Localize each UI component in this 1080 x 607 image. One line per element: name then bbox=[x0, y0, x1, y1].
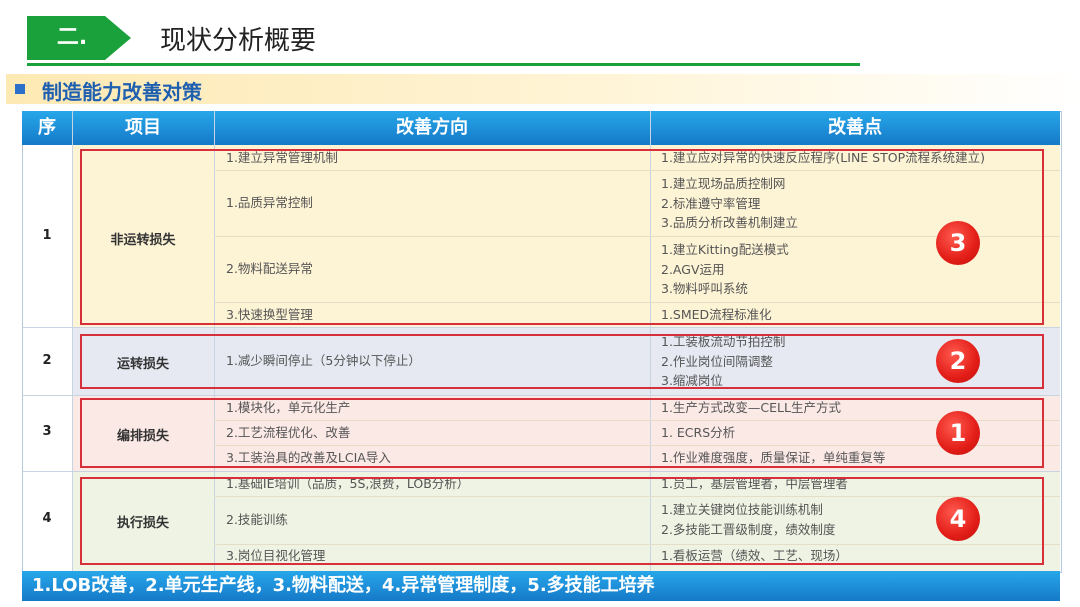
page-title: 现状分析概要 bbox=[160, 26, 317, 56]
column-header-points: 改善点 bbox=[828, 117, 882, 138]
column-divider bbox=[72, 111, 73, 571]
header-divider bbox=[27, 63, 860, 66]
section-title: 制造能力改善对策 bbox=[42, 80, 202, 104]
highlight-box-row-4 bbox=[80, 477, 1044, 565]
priority-badge: 3 bbox=[936, 221, 980, 265]
row-divider bbox=[22, 327, 1060, 328]
row-seq: 4 bbox=[42, 511, 52, 526]
highlight-box-row-2 bbox=[80, 334, 1044, 389]
column-header-item: 项目 bbox=[125, 117, 161, 138]
priority-badge: 2 bbox=[936, 339, 980, 383]
row-seq: 1 bbox=[42, 228, 52, 243]
column-header-direction: 改善方向 bbox=[396, 117, 468, 138]
row-divider bbox=[22, 471, 1060, 472]
column-header-seq: 序 bbox=[38, 117, 56, 138]
row-seq: 2 bbox=[42, 353, 52, 368]
summary-text: 1.LOB改善，2.单元生产线，3.物料配送，4.异常管理制度，5.多技能工培养 bbox=[32, 575, 655, 596]
priority-badge: 4 bbox=[936, 497, 980, 541]
bullet-square-icon bbox=[15, 84, 25, 94]
row-seq: 3 bbox=[42, 424, 52, 439]
highlight-box-row-1 bbox=[80, 149, 1044, 325]
priority-badge: 1 bbox=[936, 411, 980, 455]
highlight-box-row-3 bbox=[80, 398, 1044, 468]
section-number: 二. bbox=[56, 25, 88, 50]
row-divider bbox=[22, 395, 1060, 396]
